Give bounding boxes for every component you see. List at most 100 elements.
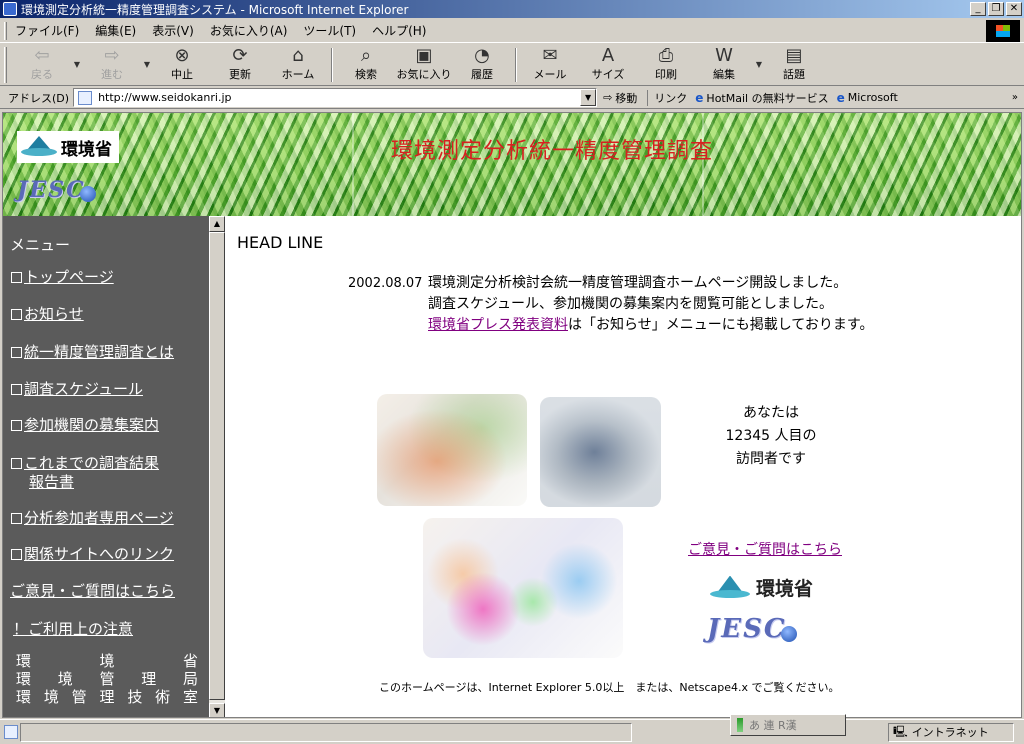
menu-heading: メニュー [10, 236, 71, 254]
address-label: アドレス(D) [8, 91, 70, 105]
minimize-button[interactable]: _ [970, 2, 986, 16]
address-input[interactable] [98, 91, 569, 104]
edit-button[interactable]: W 編集 [695, 45, 753, 85]
globe-icon [780, 625, 797, 642]
sidebar-item-usage-notes[interactable]: ！ご利用上の注意 [13, 620, 133, 639]
ie-page-icon: e [695, 90, 704, 105]
ime-grip-icon [737, 718, 743, 732]
history-icon: ◔ [474, 44, 490, 66]
more-links-chevron-icon[interactable]: » [1012, 92, 1018, 103]
sidebar-item-news[interactable]: お知らせ [11, 305, 84, 324]
sidebar-item-past-results[interactable]: これまでの調査結果 報告書 [11, 454, 159, 492]
toolbar-separator [515, 47, 517, 82]
page-icon [78, 90, 93, 105]
forward-button[interactable]: ⇨ 進む [83, 45, 141, 85]
checkbox-icon [11, 384, 22, 395]
toolbar-separator [331, 47, 333, 82]
checkbox-icon [11, 513, 22, 524]
search-button[interactable]: ⌕ 検索 [337, 45, 395, 85]
back-button[interactable]: ⇦ 戻る [13, 45, 71, 85]
main-content: HEAD LINE 2002.08.07 環境測定分析検討会統一精度管理調査ホー… [225, 216, 1021, 717]
sidebar-item-about[interactable]: 統一精度管理調査とは [11, 343, 174, 362]
back-arrow-icon: ⇦ [34, 44, 50, 66]
checkbox-icon [11, 549, 22, 560]
news-row: 調査スケジュール、参加機関の募集案内を閲覧可能としました。 [348, 294, 873, 315]
security-zone-pane: 🖳 イントラネット [888, 722, 1014, 742]
menu-help[interactable]: ヘルプ(H) [364, 22, 434, 39]
news-row: 2002.08.07 環境測定分析検討会統一精度管理調査ホームページ開設しました… [348, 273, 873, 294]
sidebar-item-participants[interactable]: 分析参加者専用ページ [11, 509, 174, 528]
link-microsoft[interactable]: e Microsoft [837, 91, 898, 105]
sidebar-item-recruitment[interactable]: 参加機関の募集案内 [11, 416, 159, 435]
refresh-icon: ⟳ [232, 44, 248, 66]
history-button[interactable]: ◔ 履歴 [453, 45, 511, 85]
address-dropdown-icon[interactable]: ▼ [580, 89, 597, 106]
back-dropdown-icon[interactable]: ▼ [71, 60, 83, 69]
scroll-thumb[interactable] [209, 232, 225, 700]
lab-photo-pipette [377, 394, 527, 506]
menu-view[interactable]: 表示(V) [144, 22, 202, 39]
org-line-office: 環 境 管 理 技 術 室 [16, 688, 198, 706]
links-bar: リンク e HotMail の無料サービス e Microsoft [647, 89, 898, 106]
menu-file[interactable]: ファイル(F) [7, 22, 87, 39]
home-icon: ⌂ [292, 44, 304, 66]
sidebar-scrollbar[interactable]: ▲ ▼ [209, 216, 225, 717]
address-field[interactable]: ▼ [73, 88, 598, 107]
ministry-logo[interactable]: 環境省 [17, 131, 119, 163]
checkbox-icon [11, 420, 22, 431]
standard-toolbar: ⇦ 戻る ▼ ⇨ 進む ▼ ⊗ 中止 ⟳ 更新 ⌂ ホーム ⌕ 検索 ▣ お気に… [0, 44, 1024, 86]
window-title-bar[interactable]: 環境測定分析統一精度管理調査システム - Microsoft Internet … [0, 0, 1024, 18]
lab-photo-flasks [423, 518, 623, 658]
headline-title: HEAD LINE [237, 233, 324, 252]
toolbar-grip[interactable] [4, 46, 7, 83]
printer-icon: ⎙ [658, 44, 674, 66]
go-button[interactable]: ⇨ 移動 [597, 90, 643, 106]
press-release-link[interactable]: 環境省プレス発表資料 [428, 317, 568, 333]
site-banner: 環境省 JESC 環境測定分析統一精度管理調査 [3, 113, 1021, 216]
ministry-logo[interactable]: 環境省 [710, 574, 813, 601]
favorites-icon: ▣ [415, 44, 433, 66]
word-edit-icon: W [715, 44, 733, 66]
link-hotmail[interactable]: e HotMail の無料サービス [695, 90, 828, 106]
ime-toolbar[interactable]: あ 連 R漢 [730, 714, 846, 736]
forward-dropdown-icon[interactable]: ▼ [141, 60, 153, 69]
windows-logo-icon [986, 20, 1020, 42]
browser-requirement-note: このホームページは、Internet Explorer 5.0以上 または、Ne… [379, 681, 840, 694]
status-bar: あ 連 R漢 🖳 イントラネット [0, 714, 1024, 744]
restore-button[interactable]: ❐ [988, 2, 1004, 16]
menu-favorites[interactable]: お気に入り(A) [202, 22, 296, 39]
menu-tools[interactable]: ツール(T) [295, 22, 364, 39]
mail-button[interactable]: ✉ メール [521, 45, 579, 85]
sidebar-item-related-links[interactable]: 関係サイトへのリンク [11, 545, 174, 564]
page-scrollbar[interactable] [1007, 216, 1021, 717]
stop-button[interactable]: ⊗ 中止 [153, 45, 211, 85]
scroll-down-icon[interactable]: ▼ [209, 703, 225, 717]
search-icon: ⌕ [360, 44, 372, 66]
globe-icon [79, 185, 96, 202]
sidebar-item-schedule[interactable]: 調査スケジュール [11, 380, 143, 399]
favorites-button[interactable]: ▣ お気に入り [395, 45, 453, 85]
discuss-button[interactable]: ▤ 話題 [765, 45, 823, 85]
page-status-icon [4, 725, 18, 739]
sidebar-menu: メニュー トップページ お知らせ 統一精度管理調査とは 調査スケジュール 参加機… [3, 216, 225, 717]
sidebar-item-top-page[interactable]: トップページ [11, 268, 114, 287]
status-text-pane [20, 722, 632, 742]
jesc-logo[interactable]: JESC [707, 614, 837, 648]
go-arrow-icon: ⇨ [603, 91, 613, 104]
web-viewport: 環境省 JESC 環境測定分析統一精度管理調査 メニュー トップページ お知らせ… [2, 112, 1022, 718]
stop-icon: ⊗ [174, 44, 190, 66]
size-button[interactable]: A サイズ [579, 45, 637, 85]
feedback-link[interactable]: ご意見・ご質問はこちら [688, 539, 842, 559]
forward-arrow-icon: ⇨ [104, 44, 120, 66]
sidebar-item-feedback[interactable]: ご意見・ご質問はこちら [10, 582, 175, 601]
print-button[interactable]: ⎙ 印刷 [637, 45, 695, 85]
jesc-logo[interactable]: JESC [17, 177, 107, 209]
edit-dropdown-icon[interactable]: ▼ [753, 60, 765, 69]
refresh-button[interactable]: ⟳ 更新 [211, 45, 269, 85]
org-line-bureau: 環 境 管 理 局 [16, 670, 198, 688]
close-button[interactable]: ✕ [1006, 2, 1022, 16]
links-label[interactable]: リンク [654, 90, 687, 106]
scroll-up-icon[interactable]: ▲ [209, 216, 225, 232]
menu-edit[interactable]: 編集(E) [87, 22, 144, 39]
home-button[interactable]: ⌂ ホーム [269, 45, 327, 85]
